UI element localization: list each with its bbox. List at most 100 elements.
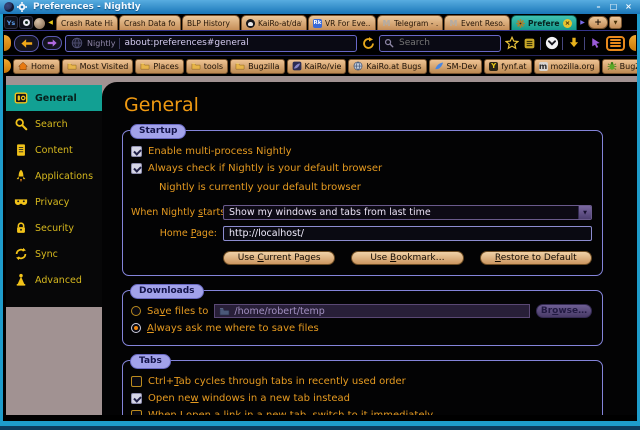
- addon-button-3[interactable]: [34, 18, 45, 29]
- tab-crash-data[interactable]: Crash Data for ...: [119, 15, 181, 30]
- restore-to-default-button[interactable]: Restore to Default: [480, 251, 592, 265]
- tab-telegram[interactable]: M Telegram - ...: [377, 15, 443, 30]
- use-bookmark-button[interactable]: Use Bookmark…: [351, 251, 463, 265]
- sidebar-item-applications[interactable]: Applications: [6, 163, 102, 189]
- bookmark-bugzilla[interactable]: BugZilla: [602, 59, 637, 74]
- pocket-icon[interactable]: [544, 36, 559, 51]
- globe-icon: [353, 61, 363, 71]
- bookmark-places[interactable]: Places: [135, 59, 183, 74]
- toolbar-grippy[interactable]: [4, 59, 11, 73]
- bookmark-sm-dev[interactable]: SM-Dev: [429, 59, 483, 74]
- sidebar-item-privacy[interactable]: Privacy: [6, 189, 102, 215]
- downloads-icon[interactable]: [566, 36, 581, 51]
- always-ask-radio[interactable]: [131, 323, 141, 333]
- folder-icon: [219, 306, 230, 317]
- pointer-icon[interactable]: [588, 36, 603, 51]
- rk-favicon: Rk: [313, 19, 322, 28]
- scroll-tabs-left-button[interactable]: ◀: [46, 16, 55, 30]
- general-pane: General Startup Enable multi-process Nig…: [102, 82, 637, 415]
- bookmark-kairo-vie[interactable]: KaiRo/vie: [287, 59, 347, 74]
- toolbar-separator: [562, 37, 563, 50]
- addon-button-2[interactable]: [19, 16, 33, 29]
- sidebar-item-general[interactable]: General: [6, 85, 102, 111]
- scroll-tabs-right-button[interactable]: ▶: [578, 16, 587, 30]
- tab-kairo-github[interactable]: KaiRo-at/dat...: [241, 15, 307, 30]
- bookmark-home[interactable]: Home: [13, 59, 60, 74]
- browse-button[interactable]: Browse…: [536, 304, 592, 318]
- when-starts-select[interactable]: Show my windows and tabs from last time …: [223, 205, 592, 220]
- multiprocess-checkbox[interactable]: [131, 146, 142, 157]
- home-page-row: Home Page:: [131, 226, 592, 241]
- maximize-button[interactable]: □: [608, 1, 619, 13]
- tabs-legend: Tabs: [130, 354, 171, 369]
- bookmark-tools[interactable]: tools: [186, 59, 228, 74]
- window-border: [0, 14, 3, 426]
- sidebar-item-advanced[interactable]: Advanced: [6, 267, 102, 293]
- toolbar-grippy[interactable]: [629, 35, 636, 51]
- bookmark-bugzilla-folder[interactable]: Bugzilla: [230, 59, 284, 74]
- bookmark-fynf-at[interactable]: Y fynf.at: [484, 59, 531, 74]
- sidebar-item-security[interactable]: Security: [6, 215, 102, 241]
- search-input[interactable]: [397, 37, 496, 49]
- startup-groupbox: Startup Enable multi-process Nightly Alw…: [122, 130, 603, 276]
- addon-button-1[interactable]: Ys: [4, 16, 18, 29]
- back-button[interactable]: [14, 35, 39, 52]
- window-title: Preferences - Nightly: [33, 2, 141, 12]
- sidebar-item-sync[interactable]: Sync: [6, 241, 102, 267]
- fynf-icon: Y: [489, 62, 498, 71]
- close-tab-icon[interactable]: ×: [563, 19, 572, 28]
- save-files-to-row: Save files to /home/robert/temp Browse…: [131, 304, 592, 318]
- tab-preferences-active[interactable]: Preferen... ×: [511, 15, 577, 30]
- use-current-pages-button[interactable]: Use Current Pages: [223, 251, 335, 265]
- tab-blp-history[interactable]: BLP History: [182, 15, 240, 30]
- folder-icon: [140, 61, 150, 71]
- ctrl-tab-checkbox[interactable]: [131, 376, 142, 387]
- window-menu-icon[interactable]: [17, 2, 27, 12]
- new-tab-button[interactable]: +: [588, 16, 608, 29]
- tab-bar: Ys ◀ Crash Rate Hist... Crash Data for .…: [3, 14, 637, 30]
- sidebar-item-content[interactable]: Content: [6, 137, 102, 163]
- search-bar[interactable]: [379, 35, 501, 52]
- default-status-text: Nightly is currently your default browse…: [159, 182, 592, 193]
- tab-vr-for-everyone[interactable]: Rk VR For Eve...: [308, 15, 376, 30]
- download-path-field[interactable]: /home/robert/temp: [214, 304, 530, 318]
- library-icon[interactable]: [522, 36, 537, 51]
- reload-icon[interactable]: [360, 35, 376, 51]
- bookmark-star-icon[interactable]: [504, 36, 519, 51]
- mask-icon: [14, 195, 28, 209]
- search-icon: [384, 38, 394, 48]
- site-identity-globe-icon[interactable]: [71, 37, 83, 49]
- navigation-toolbar: Nightly about:preferences#general: [3, 30, 637, 55]
- sidebar-item-search[interactable]: Search: [6, 111, 102, 137]
- url-bar[interactable]: Nightly about:preferences#general: [65, 35, 357, 52]
- general-panel-icon: [14, 91, 28, 105]
- when-starts-row: When Nightly starts: Show my windows and…: [131, 205, 592, 220]
- chevron-down-icon[interactable]: ▼: [578, 206, 591, 219]
- bookmark-kairo-at-bugs[interactable]: KaiRo.at Bugs: [348, 59, 426, 74]
- toolbar-separator: [584, 37, 585, 50]
- toolbar-grippy[interactable]: [4, 35, 11, 51]
- home-page-input[interactable]: [223, 226, 592, 241]
- close-button[interactable]: ×: [623, 1, 634, 13]
- menu-button[interactable]: [606, 36, 625, 51]
- default-check-checkbox[interactable]: [131, 163, 142, 174]
- minimize-button[interactable]: –: [593, 1, 604, 13]
- downloads-groupbox: Downloads Save files to /home/robert/tem…: [122, 290, 603, 346]
- wing-icon: [292, 61, 302, 71]
- forward-button[interactable]: [42, 36, 62, 50]
- category-sidebar: General Search Content Applications Priv…: [6, 85, 102, 307]
- url-text[interactable]: about:preferences#general: [124, 38, 248, 48]
- bookmark-most-visited[interactable]: Most Visited: [62, 59, 134, 74]
- tab-list-dropdown-button[interactable]: ▼: [609, 16, 622, 29]
- mozilla-icon: m: [539, 62, 548, 71]
- rocket-icon: [14, 169, 28, 183]
- tab-crash-rate-history[interactable]: Crash Rate Hist...: [56, 15, 118, 30]
- tab-event-resources[interactable]: M Event Reso...: [444, 15, 510, 30]
- cone-icon: [14, 273, 28, 287]
- bookmark-mozilla-org[interactable]: m mozilla.org: [534, 59, 600, 74]
- titlebar: Preferences - Nightly – □ ×: [0, 0, 640, 14]
- save-files-to-radio[interactable]: [131, 306, 141, 316]
- folder-icon: [67, 61, 77, 71]
- multiprocess-row: Enable multi-process Nightly: [131, 144, 592, 158]
- open-new-windows-checkbox[interactable]: [131, 393, 142, 404]
